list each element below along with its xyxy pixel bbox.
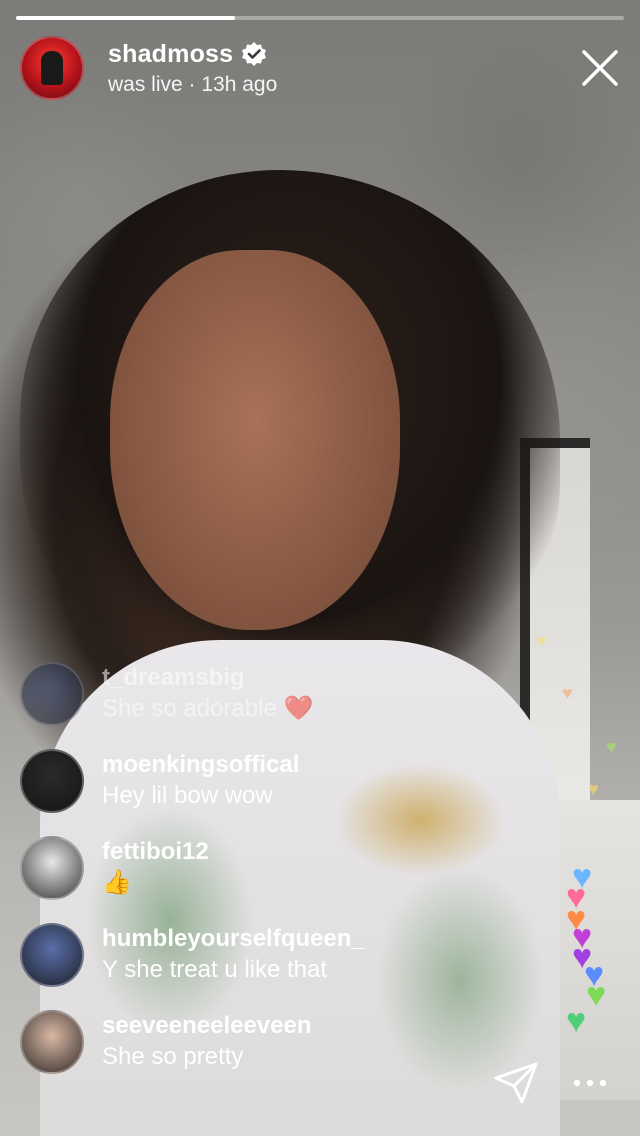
- commenter-avatar[interactable]: [20, 661, 84, 726]
- comment-text: humbleyourselfqueen_ Y she treat u like …: [102, 924, 365, 986]
- comment-item: moenkingsoffical Hey lil bow wow: [20, 737, 500, 824]
- commenter-avatar[interactable]: [20, 1009, 84, 1074]
- commenter-username[interactable]: fettiboi12: [102, 837, 209, 867]
- close-icon[interactable]: [578, 46, 622, 90]
- reaction-heart-icon: ♥: [586, 976, 607, 1014]
- comment-message: She so pretty: [102, 1042, 244, 1070]
- commenter-username[interactable]: t_dreamsbig: [102, 663, 313, 693]
- commenter-avatar[interactable]: [20, 835, 84, 900]
- comment-message: She so adorable ❤️: [102, 694, 314, 722]
- reaction-heart-icon: ♥: [562, 683, 573, 703]
- comment-text: moenkingsoffical Hey lil bow wow: [102, 750, 299, 812]
- comment-item: t_dreamsbig She so adorable ❤️: [20, 650, 500, 737]
- comments-list: t_dreamsbig She so adorable ❤️ moenkings…: [20, 650, 500, 1085]
- comment-text: seeveeneeleeveen She so pretty: [102, 1011, 312, 1073]
- more-icon[interactable]: [572, 1076, 608, 1090]
- commenter-username[interactable]: humbleyourselfqueen_: [102, 924, 365, 954]
- commenter-username[interactable]: moenkingsoffical: [102, 750, 299, 780]
- live-status-text: was live · 13h ago: [108, 72, 278, 96]
- reaction-heart-icon: ♥: [566, 1002, 587, 1040]
- commenter-avatar[interactable]: [20, 748, 84, 813]
- video-subject-face: [110, 250, 400, 630]
- broadcaster-username[interactable]: shadmoss: [108, 40, 233, 69]
- send-icon[interactable]: [492, 1060, 540, 1106]
- comment-message: Y she treat u like that: [102, 955, 328, 983]
- comment-item: humbleyourselfqueen_ Y she treat u like …: [20, 911, 500, 998]
- comment-item: seeveeneeleeveen She so pretty: [20, 998, 500, 1085]
- playback-progress-fill: [16, 16, 235, 20]
- avatar-figure: [41, 51, 63, 85]
- username-row: shadmoss: [108, 40, 277, 69]
- comment-item: fettiboi12 👍: [20, 824, 500, 911]
- broadcaster-avatar[interactable]: [20, 36, 84, 100]
- live-replay-screen: shadmoss was live · 13h ago t_dreamsbig …: [0, 0, 640, 1136]
- verified-badge-icon: [242, 42, 267, 66]
- commenter-avatar[interactable]: [20, 922, 84, 987]
- commenter-username[interactable]: seeveeneeleeveen: [102, 1011, 312, 1041]
- header-text: shadmoss was live · 13h ago: [108, 40, 277, 97]
- comment-message: 👍: [102, 868, 132, 896]
- comment-text: t_dreamsbig She so adorable ❤️: [102, 663, 313, 725]
- playback-progress-bar[interactable]: [16, 16, 624, 20]
- reaction-heart-icon: ♥: [588, 779, 599, 799]
- comment-message: Hey lil bow wow: [102, 781, 273, 809]
- reaction-heart-icon: ♥: [606, 737, 617, 757]
- broadcaster-header: shadmoss was live · 13h ago: [20, 36, 277, 100]
- comment-text: fettiboi12 👍: [102, 837, 209, 899]
- reaction-heart-icon: ♥: [536, 631, 547, 651]
